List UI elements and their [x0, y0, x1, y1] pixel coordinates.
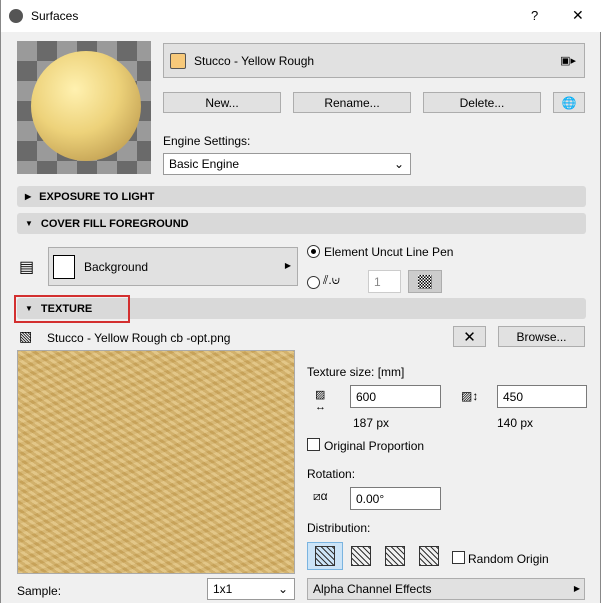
material-menu-icon: ▣▸ — [560, 55, 576, 67]
rotation-input[interactable]: 0.00° — [350, 487, 441, 510]
height-icon: ▨↕ — [461, 389, 479, 403]
engine-select[interactable]: Basic Engine ⌄ — [163, 153, 411, 175]
random-origin-label: Random Origin — [468, 552, 549, 566]
close-button[interactable]: ✕ — [572, 7, 584, 24]
original-proportion-label: Original Proportion — [324, 439, 425, 453]
distribution-option-3[interactable] — [377, 542, 413, 570]
fill-icon: ▤ — [19, 259, 35, 276]
distribution-option-4[interactable] — [411, 542, 447, 570]
width-px: 187 px — [353, 416, 390, 430]
fill-swatch — [53, 254, 75, 279]
engine-label: Engine Settings: — [163, 134, 251, 148]
diamond-pattern-icon — [419, 546, 439, 566]
chevron-down-icon: ⌄ — [393, 157, 404, 171]
rotation-icon: ⧄α — [313, 489, 328, 503]
material-dropdown[interactable]: Stucco - Yellow Rough ▣▸ — [163, 43, 585, 78]
texture-height-input[interactable]: 450 — [497, 385, 587, 408]
title-bar: Surfaces ? ✕ — [1, 0, 601, 32]
triangle-right-icon: ▶ — [573, 584, 580, 593]
fill-dropdown[interactable]: Background ▶ — [48, 247, 298, 286]
pen-number-input[interactable]: 1 — [368, 270, 401, 293]
new-button[interactable]: New... — [163, 92, 281, 113]
rotation-label: Rotation: — [307, 467, 356, 481]
radio-custom-pen[interactable] — [307, 276, 320, 289]
width-icon: ▨ ↔ — [315, 389, 326, 413]
material-swatch — [170, 52, 186, 69]
material-name: Stucco - Yellow Rough — [194, 53, 315, 68]
rename-button[interactable]: Rename... — [293, 92, 411, 113]
remove-texture-button[interactable]: ✕ — [453, 326, 486, 347]
chevron-pattern-icon — [385, 546, 405, 566]
preview-sphere — [31, 51, 141, 161]
texture-file-icon: ▧ — [19, 328, 33, 344]
pattern-button[interactable] — [408, 270, 442, 293]
distribution-option-2[interactable] — [343, 542, 379, 570]
texture-size-label: Texture size: [mm] — [307, 365, 405, 379]
sample-label: Sample: — [17, 584, 62, 598]
pen-icon: ⫽.⊍ — [323, 273, 341, 287]
delete-button[interactable]: Delete... — [423, 92, 541, 113]
distribution-option-1[interactable] — [307, 542, 343, 570]
texture-width-input[interactable]: 600 — [350, 385, 441, 408]
browse-button[interactable]: Browse... — [498, 326, 585, 347]
help-button[interactable]: ? — [531, 8, 538, 23]
radio-element-pen[interactable] — [307, 245, 320, 258]
original-proportion-checkbox[interactable] — [307, 438, 320, 451]
app-icon — [9, 9, 23, 23]
triangle-down-icon: ▼ — [25, 219, 33, 228]
window-title: Surfaces — [31, 9, 79, 23]
texture-file-name: Stucco - Yellow Rough cb -opt.png — [47, 331, 231, 345]
globe-button[interactable]: 🌐 — [553, 92, 585, 113]
globe-icon: 🌐 — [561, 95, 577, 110]
element-pen-label: Element Uncut Line Pen — [324, 245, 454, 259]
herringbone-pattern-icon — [351, 546, 371, 566]
material-preview — [17, 41, 151, 174]
section-cover-fill[interactable]: ▼ COVER FILL FOREGROUND — [17, 213, 586, 234]
grid-pattern-icon — [315, 546, 335, 566]
pattern-icon — [418, 274, 432, 289]
texture-highlight — [14, 295, 130, 323]
chevron-down-icon: ⌄ — [277, 582, 288, 596]
distribution-label: Distribution: — [307, 521, 371, 535]
texture-preview — [17, 350, 295, 574]
sample-select[interactable]: 1x1 ⌄ — [207, 578, 295, 600]
height-px: 140 px — [497, 416, 534, 430]
section-exposure[interactable]: ▶ EXPOSURE TO LIGHT — [17, 186, 586, 207]
alpha-channel-effects-button[interactable]: Alpha Channel Effects ▶ — [307, 578, 585, 600]
triangle-right-icon: ▶ — [25, 192, 32, 201]
random-origin-checkbox[interactable] — [452, 551, 465, 564]
triangle-right-icon: ▶ — [284, 261, 291, 270]
